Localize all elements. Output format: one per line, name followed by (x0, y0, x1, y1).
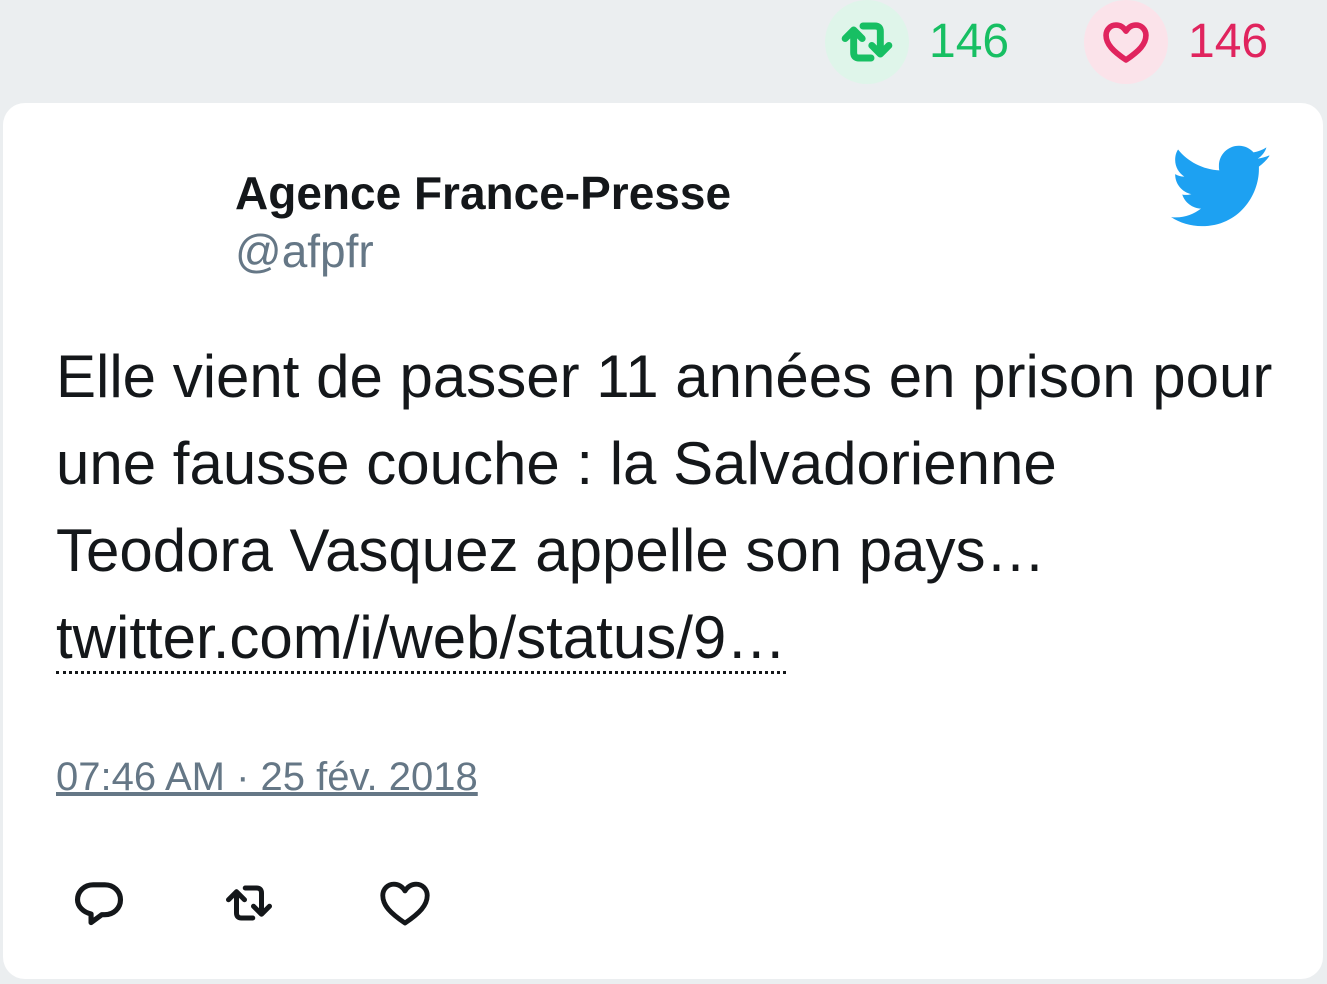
author-name[interactable]: Agence France-Presse (235, 167, 731, 220)
tweet-card: Agence France-Presse @afpfr Elle vient d… (3, 103, 1323, 979)
heart-icon[interactable] (1084, 0, 1168, 84)
tweet-timestamp[interactable]: 07:46 AM · 25 fév. 2018 (56, 755, 478, 800)
tweet-link[interactable]: twitter.com/i/web/status/9… (56, 604, 787, 674)
engagement-summary: 146 146 (0, 0, 1327, 100)
retweet-button[interactable] (219, 873, 279, 933)
retweet-icon (226, 885, 272, 921)
reply-icon (74, 882, 124, 926)
like-count: 146 (1188, 15, 1269, 68)
tweet-body: Elle vient de passer 11 années en prison… (56, 343, 1273, 584)
heart-icon (380, 881, 430, 926)
like-stat[interactable]: 146 (1084, 0, 1268, 84)
retweet-icon[interactable] (825, 0, 909, 84)
tweet-text: Elle vient de passer 11 années en prison… (56, 333, 1286, 681)
retweet-count: 146 (929, 15, 1010, 68)
author-handle[interactable]: @afpfr (235, 225, 374, 278)
like-button[interactable] (375, 873, 435, 933)
retweet-stat[interactable]: 146 (825, 0, 1009, 84)
twitter-bird-icon[interactable] (1171, 145, 1271, 229)
reply-button[interactable] (69, 873, 129, 933)
